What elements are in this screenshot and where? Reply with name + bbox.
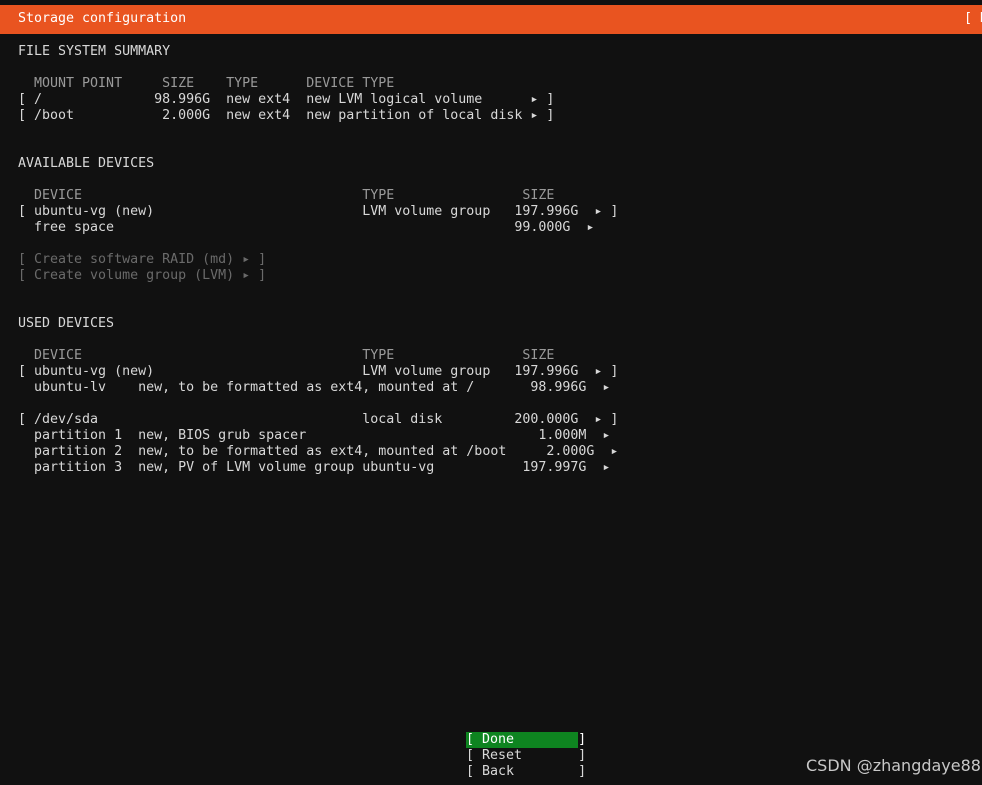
used-row-dev-sda[interactable]: [ /dev/sda local disk 200.000G ▸ ] [18,412,618,428]
available-row-free-space[interactable]: free space 99.000G ▸ [18,220,594,236]
used-row-ubuntu-lv[interactable]: ubuntu-lv new, to be formatted as ext4, … [18,380,610,396]
fs-summary-heading: FILE SYSTEM SUMMARY [18,44,171,59]
fs-summary-columns: MOUNT POINT SIZE TYPE DEVICE TYPE [18,76,395,91]
create-volume-group-button[interactable]: [ Create volume group (LVM) ▸ ] [18,268,266,284]
fs-row-boot[interactable]: [ /boot 2.000G new ext4 new partition of… [18,108,554,124]
available-columns: DEVICE TYPE SIZE [18,188,555,203]
used-row-partition-1[interactable]: partition 1 new, BIOS grub spacer 1.000M… [18,428,610,444]
create-raid-button[interactable]: [ Create software RAID (md) ▸ ] [18,252,266,268]
available-row-ubuntu-vg[interactable]: [ ubuntu-vg (new) LVM volume group 197.9… [18,204,618,220]
used-row-partition-3[interactable]: partition 3 new, PV of LVM volume group … [18,460,610,476]
used-row-ubuntu-vg[interactable]: [ ubuntu-vg (new) LVM volume group 197.9… [18,364,618,380]
watermark: CSDN @zhangdaye88 [806,756,981,775]
used-row-partition-2[interactable]: partition 2 new, to be formatted as ext4… [18,444,618,460]
page-title: Storage configuration [18,11,187,26]
used-devices-heading: USED DEVICES [18,316,115,331]
header-bar: Storage configuration [ H [0,5,982,34]
done-button[interactable]: [ Done ] [466,732,586,748]
used-columns: DEVICE TYPE SIZE [18,348,555,363]
help-button[interactable]: [ H [964,11,982,26]
back-button[interactable]: [ Back ] [466,764,586,780]
fs-row-root[interactable]: [ / 98.996G new ext4 new LVM logical vol… [18,92,554,108]
available-devices-heading: AVAILABLE DEVICES [18,156,155,171]
reset-button[interactable]: [ Reset ] [466,748,586,764]
